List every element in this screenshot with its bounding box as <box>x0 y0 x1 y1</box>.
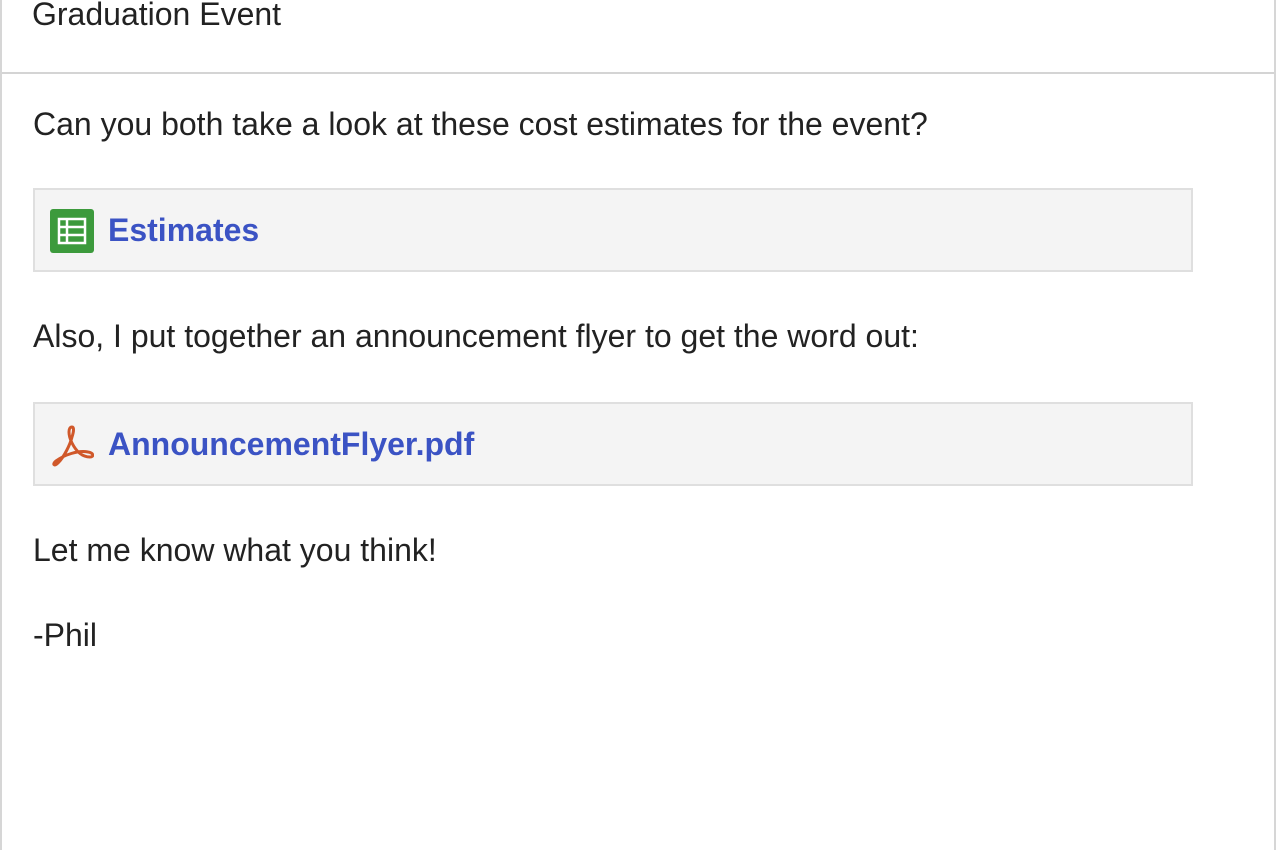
email-body-line-1: Can you both take a look at these cost e… <box>33 106 928 142</box>
attachment-estimates-link[interactable]: Estimates <box>108 210 259 250</box>
email-signature: -Phil <box>33 617 98 653</box>
email-message-pane: Graduation Event Can you both take a loo… <box>0 0 1276 850</box>
spreadsheet-icon <box>50 209 94 253</box>
email-subject: Graduation Event <box>32 0 282 32</box>
attachment-announcement-flyer[interactable]: AnnouncementFlyer.pdf <box>33 402 1193 486</box>
email-body-line-2: Also, I put together an announcement fly… <box>33 318 919 354</box>
pdf-icon <box>52 425 94 467</box>
attachment-estimates[interactable]: Estimates <box>33 188 1193 272</box>
attachment-flyer-link[interactable]: AnnouncementFlyer.pdf <box>108 424 474 464</box>
email-body-line-3: Let me know what you think! <box>33 532 437 568</box>
subject-header: Graduation Event <box>2 0 1274 74</box>
